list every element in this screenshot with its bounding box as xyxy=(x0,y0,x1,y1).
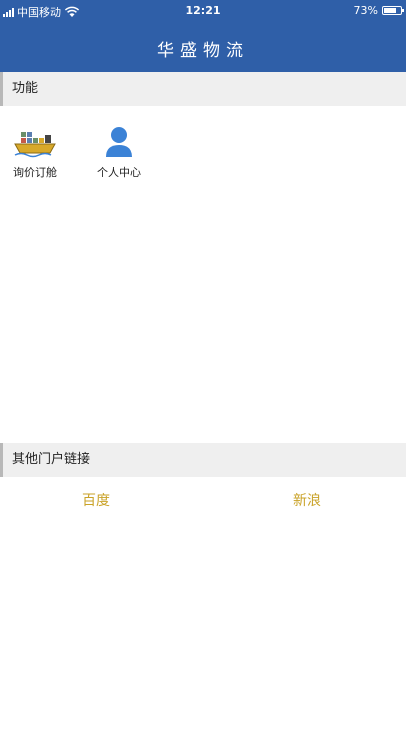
function-personal-center[interactable]: 个人中心 xyxy=(84,124,154,180)
battery-icon xyxy=(382,6,404,15)
link-sina[interactable]: 新浪 xyxy=(293,490,321,510)
ship-icon xyxy=(14,132,56,158)
status-right: 73% xyxy=(353,4,404,17)
app-screen: 中国移动 12:21 73% 华盛物流 功能 询价订舱 个人中心 其他门户链接 … xyxy=(0,0,406,749)
user-icon xyxy=(106,127,132,157)
header-bar: 中国移动 12:21 73% 华盛物流 xyxy=(0,0,406,72)
page-title: 华盛物流 xyxy=(157,41,249,61)
user-icon-box xyxy=(84,124,154,160)
status-bar: 中国移动 12:21 73% xyxy=(0,0,406,22)
function-label: 个人中心 xyxy=(97,166,141,179)
link-baidu[interactable]: 百度 xyxy=(82,490,110,510)
function-label: 询价订舱 xyxy=(13,166,57,179)
ship-icon-box xyxy=(0,124,70,160)
section-header-functions: 功能 xyxy=(0,72,406,106)
section-header-links: 其他门户链接 xyxy=(0,443,406,477)
battery-percent: 73% xyxy=(353,4,378,17)
status-time: 12:21 xyxy=(185,4,221,17)
function-quote-booking[interactable]: 询价订舱 xyxy=(0,124,70,180)
